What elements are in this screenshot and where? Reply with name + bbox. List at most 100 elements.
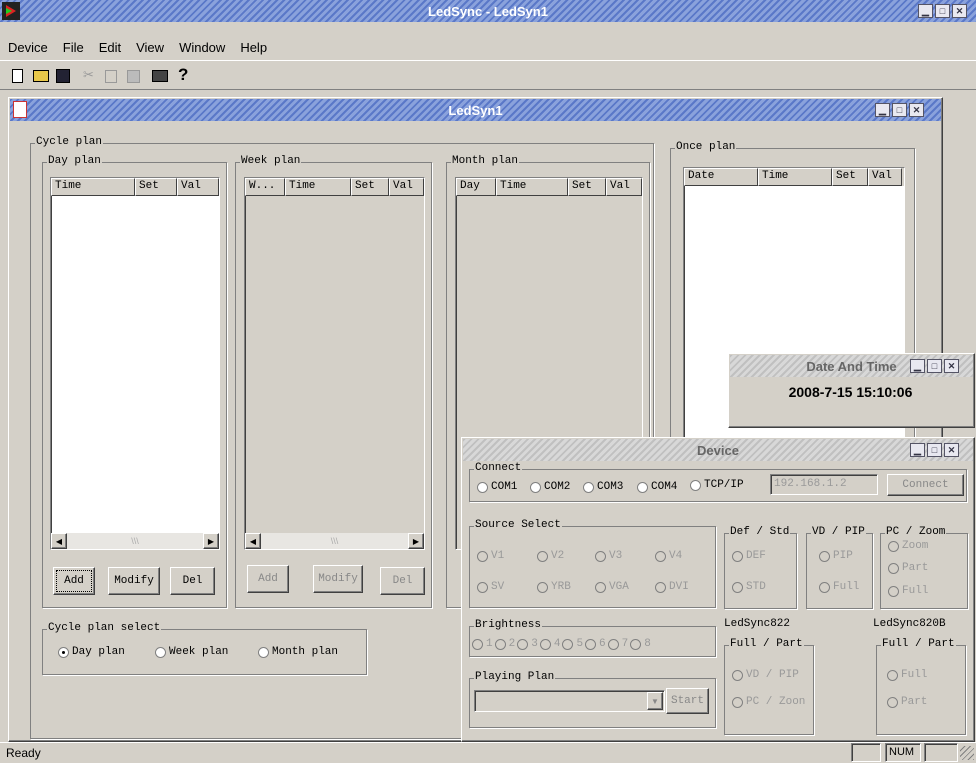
scroll-left-icon[interactable]: ◀	[245, 533, 261, 549]
radio-icon[interactable]	[888, 585, 899, 597]
menu-window[interactable]: Window	[179, 40, 225, 55]
document-icon[interactable]	[13, 101, 27, 118]
radio-icon[interactable]	[819, 581, 830, 593]
column-header[interactable]: Time	[496, 178, 568, 196]
week-add-button[interactable]: Add	[247, 565, 289, 593]
horizontal-scrollbar[interactable]: ◀ \\\ ▶	[51, 533, 219, 549]
scroll-left-icon[interactable]: ◀	[51, 533, 67, 549]
datetime-maximize-icon[interactable]: □	[927, 359, 942, 373]
resize-grip-icon[interactable]	[960, 746, 974, 760]
radio-icon[interactable]	[732, 581, 743, 593]
radio-icon[interactable]	[539, 638, 551, 650]
yrb-radio[interactable]: YRB	[537, 581, 571, 593]
radio-icon[interactable]	[637, 481, 648, 493]
week-plan-radio[interactable]: Week plan	[155, 646, 228, 658]
radio-icon[interactable]	[562, 638, 574, 650]
scroll-right-icon[interactable]: ▶	[203, 533, 219, 549]
column-header[interactable]: Set	[135, 178, 177, 196]
connect-button[interactable]: Connect	[887, 474, 964, 496]
menu-edit[interactable]: Edit	[99, 40, 121, 55]
brightness-6-radio[interactable]: 6	[585, 638, 606, 650]
brightness-5-radio[interactable]: 5	[562, 638, 583, 650]
start-button[interactable]: Start	[666, 688, 709, 714]
child-maximize-icon[interactable]: □	[892, 103, 907, 117]
radio-icon[interactable]	[732, 550, 743, 562]
def-radio[interactable]: DEF	[732, 550, 766, 562]
tcpip-radio[interactable]: TCP/IP	[690, 479, 744, 491]
column-header[interactable]: Val	[177, 178, 219, 196]
menu-help[interactable]: Help	[240, 40, 267, 55]
radio-icon[interactable]	[155, 646, 166, 658]
month-plan-radio[interactable]: Month plan	[258, 646, 338, 658]
radio-icon[interactable]	[819, 550, 830, 562]
new-icon[interactable]	[12, 69, 23, 83]
com2-radio[interactable]: COM2	[530, 481, 570, 493]
column-header[interactable]: Val	[606, 178, 642, 196]
app-icon[interactable]	[2, 2, 20, 20]
led820b-full-radio[interactable]: Full	[887, 669, 927, 681]
pc-full-radio[interactable]: Full	[888, 585, 928, 597]
scroll-thumb-grip[interactable]: \\\	[67, 533, 203, 549]
menu-file[interactable]: File	[63, 40, 84, 55]
radio-selected-icon[interactable]	[58, 646, 69, 658]
column-header[interactable]: Val	[868, 168, 902, 186]
column-header[interactable]: Time	[285, 178, 351, 196]
led822-pczoom-radio[interactable]: PC / Zoon	[732, 696, 805, 708]
radio-icon[interactable]	[537, 581, 548, 593]
del-button[interactable]: Del	[170, 567, 215, 595]
brightness-1-radio[interactable]: 1	[472, 638, 493, 650]
week-plan-list[interactable]: W... Time Set Val ◀ \\\ ▶	[244, 177, 425, 550]
com4-radio[interactable]: COM4	[637, 481, 677, 493]
radio-icon[interactable]	[258, 646, 269, 658]
v4-radio[interactable]: V4	[655, 550, 682, 562]
save-icon[interactable]	[56, 69, 70, 83]
help-icon[interactable]: ?	[178, 65, 188, 85]
scroll-thumb-grip[interactable]: \\\	[261, 533, 408, 549]
week-del-button[interactable]: Del	[380, 567, 425, 595]
print-icon[interactable]	[152, 70, 168, 82]
v2-radio[interactable]: V2	[537, 550, 564, 562]
zoom-radio[interactable]: Zoom	[888, 540, 928, 552]
device-maximize-icon[interactable]: □	[927, 443, 942, 457]
radio-icon[interactable]	[583, 481, 594, 493]
datetime-title-bar[interactable]: Date And Time ▁ □ ✕	[730, 355, 973, 377]
maximize-icon[interactable]: □	[935, 4, 950, 18]
device-close-icon[interactable]: ✕	[944, 443, 959, 457]
radio-icon[interactable]	[494, 638, 506, 650]
day-plan-list[interactable]: Time Set Val ◀ \\\ ▶	[50, 177, 220, 550]
datetime-minimize-icon[interactable]: ▁	[910, 359, 925, 373]
radio-icon[interactable]	[630, 638, 642, 650]
add-button[interactable]: Add	[53, 567, 95, 595]
radio-icon[interactable]	[517, 638, 529, 650]
radio-icon[interactable]	[655, 581, 666, 593]
copy-icon[interactable]	[105, 70, 117, 83]
std-radio[interactable]: STD	[732, 581, 766, 593]
radio-icon[interactable]	[887, 669, 898, 681]
horizontal-scrollbar[interactable]: ◀ \\\ ▶	[245, 533, 424, 549]
led822-vdpip-radio[interactable]: VD / PIP	[732, 669, 799, 681]
day-plan-radio[interactable]: Day plan	[58, 646, 125, 658]
radio-icon[interactable]	[690, 479, 701, 491]
com1-radio[interactable]: COM1	[477, 481, 517, 493]
radio-icon[interactable]	[585, 638, 597, 650]
radio-icon[interactable]	[477, 550, 488, 562]
pip-radio[interactable]: PIP	[819, 550, 853, 562]
radio-icon[interactable]	[595, 581, 606, 593]
column-header[interactable]: Time	[51, 178, 135, 196]
column-header[interactable]: Set	[832, 168, 868, 186]
sv-radio[interactable]: SV	[477, 581, 504, 593]
column-header[interactable]: Day	[456, 178, 496, 196]
radio-icon[interactable]	[607, 638, 619, 650]
radio-icon[interactable]	[530, 481, 541, 493]
menu-view[interactable]: View	[136, 40, 164, 55]
week-modify-button[interactable]: Modify	[313, 565, 363, 593]
close-icon[interactable]: ✕	[952, 4, 967, 18]
v1-radio[interactable]: V1	[477, 550, 504, 562]
brightness-4-radio[interactable]: 4	[539, 638, 560, 650]
radio-icon[interactable]	[888, 562, 899, 574]
playing-plan-select[interactable]: ▼	[474, 690, 665, 712]
child-close-icon[interactable]: ✕	[909, 103, 924, 117]
chevron-down-icon[interactable]: ▼	[647, 692, 663, 710]
radio-icon[interactable]	[732, 669, 743, 681]
com3-radio[interactable]: COM3	[583, 481, 623, 493]
